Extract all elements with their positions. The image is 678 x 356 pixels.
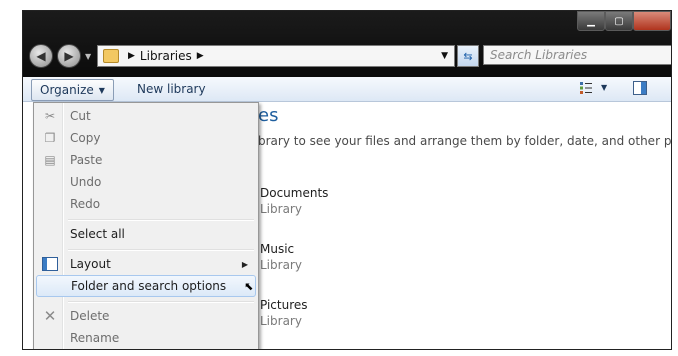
minimize-button[interactable]: ▁ bbox=[577, 11, 605, 31]
scissors-icon: ✂ bbox=[44, 109, 56, 123]
new-library-label: New library bbox=[137, 82, 206, 96]
library-name: Music bbox=[260, 242, 295, 256]
library-name: Pictures bbox=[260, 298, 308, 312]
address-dropdown-icon[interactable]: ▼ bbox=[441, 51, 448, 61]
menu-item-label: Cut bbox=[70, 109, 91, 123]
page-subtitle: brary to see your files and arrange them… bbox=[258, 134, 672, 148]
menu-item-label: Rename bbox=[70, 331, 120, 345]
maximize-button[interactable]: ▢ bbox=[605, 11, 633, 31]
menu-item-undo[interactable]: Undo bbox=[36, 171, 256, 193]
menu-item-label: Layout bbox=[70, 257, 111, 271]
forward-icon[interactable]: ▶ bbox=[57, 44, 81, 68]
menu-item-paste[interactable]: ▤ Paste bbox=[36, 149, 256, 171]
layout-icon bbox=[36, 257, 64, 271]
delete-icon: ✕ bbox=[43, 307, 57, 325]
library-name: Documents bbox=[260, 186, 329, 200]
page-title: es bbox=[258, 105, 279, 126]
command-bar: Organize ▼ New library ▼ bbox=[23, 77, 671, 102]
menu-item-layout[interactable]: Layout ▶ bbox=[36, 253, 256, 275]
refresh-icon[interactable]: ⇆ bbox=[457, 45, 479, 67]
explorer-window: ▁ ▢ ◀ ▶ ▼ ▶ Libraries ▶ ▼ ⇆ Search Libra… bbox=[22, 10, 672, 350]
organize-label: Organize bbox=[40, 83, 94, 97]
submenu-arrow-icon: ▶ bbox=[241, 259, 248, 269]
navigation-bar: ◀ ▶ ▼ ▶ Libraries ▶ ▼ ⇆ Search Libraries bbox=[29, 41, 671, 71]
menu-item-rename[interactable]: Rename bbox=[36, 327, 256, 349]
library-documents[interactable]: Documents Library bbox=[260, 186, 328, 216]
library-type: Library bbox=[260, 202, 302, 216]
menu-separator bbox=[68, 219, 254, 221]
copy-icon: ❐ bbox=[44, 131, 56, 145]
search-input[interactable]: Search Libraries bbox=[483, 45, 671, 65]
menu-item-cut[interactable]: ✂ Cut bbox=[36, 105, 256, 127]
menu-item-label: Redo bbox=[70, 197, 101, 211]
view-options-chevron-icon[interactable]: ▼ bbox=[601, 83, 607, 92]
chevron-right-icon[interactable]: ▶ bbox=[197, 51, 204, 61]
change-view-icon[interactable] bbox=[579, 81, 593, 95]
menu-item-label: Folder and search options bbox=[71, 279, 227, 293]
menu-item-folder-options[interactable]: Folder and search options ⬉ bbox=[36, 275, 256, 297]
chevron-down-icon: ▼ bbox=[98, 85, 105, 95]
menu-item-label: Paste bbox=[70, 153, 103, 167]
window-frame: ▁ ▢ ◀ ▶ ▼ ▶ Libraries ▶ ▼ ⇆ Search Libra… bbox=[23, 11, 671, 77]
library-music[interactable]: Music Library bbox=[260, 242, 302, 272]
menu-item-label: Delete bbox=[70, 309, 110, 323]
back-icon[interactable]: ◀ bbox=[29, 44, 53, 68]
menu-separator bbox=[68, 249, 254, 251]
library-pictures[interactable]: Pictures Library bbox=[260, 298, 308, 328]
paste-icon: ▤ bbox=[44, 153, 56, 167]
caption-buttons: ▁ ▢ bbox=[577, 11, 671, 31]
libraries-folder-icon bbox=[103, 49, 119, 63]
menu-item-redo[interactable]: Redo bbox=[36, 193, 256, 215]
menu-item-label: Select all bbox=[70, 227, 125, 241]
mouse-cursor-icon: ⬉ bbox=[244, 279, 254, 293]
preview-pane-icon[interactable] bbox=[633, 81, 647, 95]
chevron-right-icon[interactable]: ▶ bbox=[128, 51, 135, 61]
menu-separator bbox=[68, 301, 254, 303]
close-button[interactable] bbox=[633, 11, 671, 31]
menu-item-select-all[interactable]: Select all bbox=[36, 223, 256, 245]
menu-item-copy[interactable]: ❐ Copy bbox=[36, 127, 256, 149]
library-type: Library bbox=[260, 314, 302, 328]
menu-item-delete[interactable]: ✕ Delete bbox=[36, 305, 256, 327]
new-library-button[interactable]: New library bbox=[129, 79, 214, 99]
menu-item-label: Copy bbox=[70, 131, 101, 145]
breadcrumb-libraries[interactable]: Libraries bbox=[140, 49, 192, 63]
organize-button[interactable]: Organize ▼ bbox=[31, 79, 114, 101]
address-bar[interactable]: ▶ Libraries ▶ ▼ bbox=[97, 45, 455, 67]
menu-item-label: Undo bbox=[70, 175, 102, 189]
organize-menu: ✂ Cut ❐ Copy ▤ Paste Undo Redo Select al… bbox=[33, 102, 259, 349]
recent-pages-icon[interactable]: ▼ bbox=[85, 52, 91, 61]
library-type: Library bbox=[260, 258, 302, 272]
